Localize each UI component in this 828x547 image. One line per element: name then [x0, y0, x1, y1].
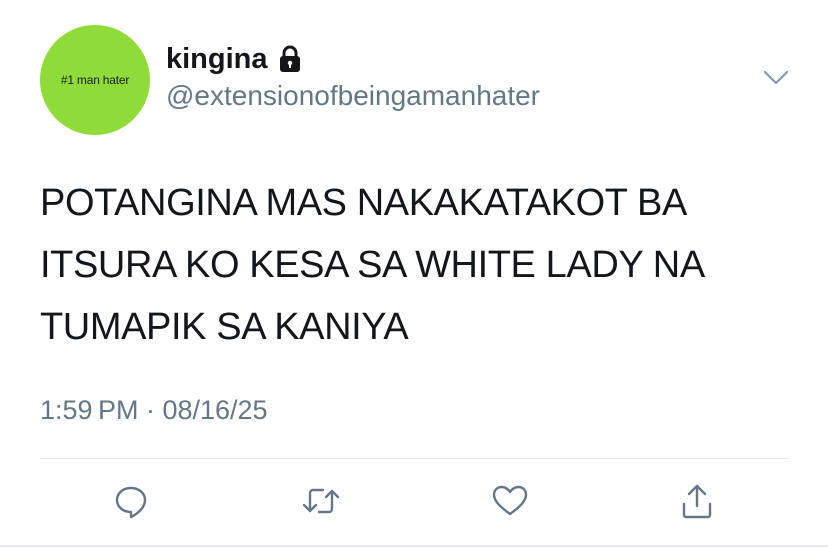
tweet-card: #1 man hater kingina @extensionofbeingam…: [0, 0, 828, 547]
avatar[interactable]: #1 man hater: [40, 25, 150, 135]
retweet-icon: [301, 483, 341, 519]
display-name[interactable]: kingina: [166, 43, 268, 76]
tweet-timestamp[interactable]: 1:59 PM · 08/16/25: [40, 395, 268, 426]
lock-icon: [278, 45, 302, 73]
share-button[interactable]: [674, 478, 720, 524]
author-name-row: kingina: [166, 40, 302, 78]
retweet-button[interactable]: [298, 478, 344, 524]
chevron-down-icon[interactable]: [763, 69, 789, 87]
tweet-text: POTANGINA MAS NAKAKATAKOT BA ITSURA KO K…: [40, 182, 705, 348]
heart-icon: [491, 483, 529, 519]
user-handle[interactable]: @extensionofbeingamanhater: [166, 80, 540, 112]
like-button[interactable]: [487, 478, 533, 524]
divider: [40, 458, 788, 459]
reply-button[interactable]: [108, 478, 154, 524]
share-icon: [679, 482, 715, 520]
action-bar: [0, 478, 828, 528]
reply-icon: [113, 483, 149, 519]
avatar-text: #1 man hater: [60, 73, 130, 87]
